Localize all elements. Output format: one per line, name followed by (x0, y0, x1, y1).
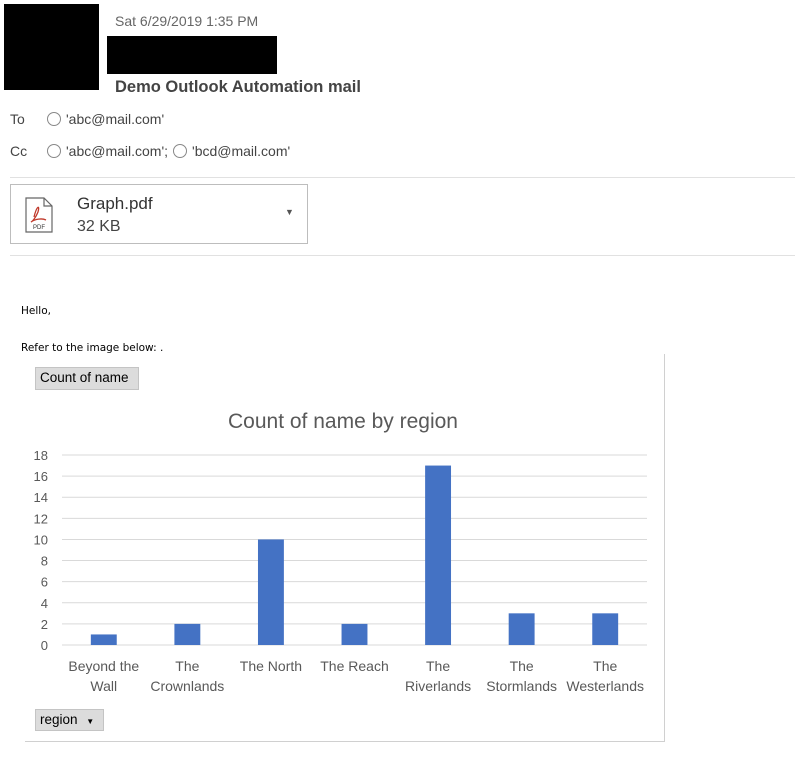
attachment-size: 32 KB (77, 218, 121, 235)
bar (90, 634, 117, 645)
y-tick-label: 10 (34, 532, 48, 547)
x-tick-label: The (593, 658, 617, 674)
presence-icon (47, 112, 61, 126)
cc-recipient[interactable]: 'abc@mail.com'; (47, 143, 173, 159)
bar (592, 613, 619, 645)
chart-title: Count of name by region (228, 410, 458, 433)
x-tick-label: The Reach (320, 658, 388, 674)
recipient-address: 'bcd@mail.com' (192, 143, 291, 159)
presence-icon (47, 144, 61, 158)
sender-name-redacted (107, 36, 277, 74)
attachment-divider (10, 255, 795, 256)
recipient-address: 'abc@mail.com' (66, 111, 165, 127)
to-recipient[interactable]: 'abc@mail.com' (47, 111, 164, 127)
x-tick-label: Stormlands (486, 678, 557, 694)
presence-icon (173, 144, 188, 158)
x-tick-label: The (510, 658, 534, 674)
bar (174, 623, 201, 645)
body-line: Refer to the image below: . (21, 342, 164, 354)
x-tick-label: Westerlands (566, 678, 644, 694)
header-divider (10, 177, 795, 178)
bar-chart: Count of name by region 0 2 4 6 8 10 12 14 16 18 B… (34, 410, 647, 694)
y-tick-label: 16 (34, 469, 48, 484)
attachment-card[interactable]: PDF Graph.pdf 32 KB ▼ (10, 184, 308, 244)
x-tick-label: Beyond the (68, 658, 139, 674)
pivot-value-field-label: Count of name (40, 370, 129, 385)
y-tick-label: 6 (41, 575, 48, 590)
x-tick-label: The (426, 658, 450, 674)
caret-down-icon[interactable]: ▼ (285, 207, 294, 217)
filter-dropdown-icon[interactable]: ▼ (86, 717, 94, 726)
x-tick-label: The (175, 658, 199, 674)
y-tick-label: 2 (41, 617, 48, 632)
y-tick-label: 8 (41, 554, 48, 569)
attachment-name: Graph.pdf (77, 194, 153, 213)
body-greeting: Hello, (21, 305, 51, 317)
sender-avatar-redacted (4, 4, 99, 90)
bar (257, 539, 284, 645)
x-tick-label: The North (240, 658, 302, 674)
cc-row: Cc 'abc@mail.com'; 'bcd@mail.com' (10, 143, 290, 159)
x-tick-label: Riverlands (405, 678, 471, 694)
recipient-address: 'abc@mail.com'; (66, 143, 169, 159)
bar (341, 623, 368, 645)
received-datetime: Sat 6/29/2019 1:35 PM (115, 13, 259, 29)
email-subject: Demo Outlook Automation mail (115, 78, 361, 96)
pivot-axis-field-button[interactable]: region ▼ (35, 709, 104, 731)
x-tick-label: Wall (90, 678, 117, 694)
cc-recipient[interactable]: 'bcd@mail.com' (173, 143, 290, 159)
y-tick-label: 18 (34, 448, 48, 463)
y-tick-label: 12 (34, 511, 48, 526)
y-tick-label: 4 (41, 596, 48, 611)
pivot-value-field-button[interactable]: Count of name (35, 367, 139, 390)
y-tick-label: 0 (41, 638, 48, 653)
cc-label: Cc (10, 143, 28, 159)
x-tick-label: Crownlands (150, 678, 224, 694)
to-label: To (10, 111, 25, 127)
pdf-file-icon: PDF (25, 197, 53, 233)
bar (508, 613, 535, 645)
y-tick-label: 14 (34, 490, 48, 505)
bar (425, 465, 452, 645)
pdf-icon-label: PDF (33, 225, 45, 231)
to-row: To 'abc@mail.com' (10, 111, 164, 127)
pivot-axis-field-label: region (40, 712, 78, 727)
